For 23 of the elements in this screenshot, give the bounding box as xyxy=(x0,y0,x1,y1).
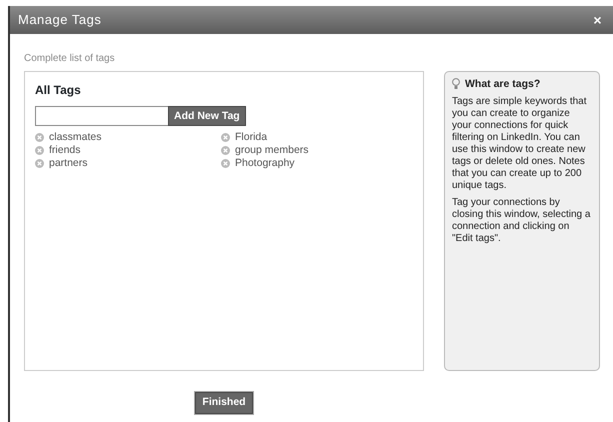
panel-heading: All Tags xyxy=(35,83,82,98)
help-title: What are tags? xyxy=(465,78,540,91)
remove-icon[interactable] xyxy=(221,146,230,156)
window-title: Manage Tags xyxy=(18,11,102,30)
add-tag-button[interactable]: Add New Tag xyxy=(168,106,246,126)
remove-icon[interactable] xyxy=(35,133,44,142)
lightbulb-icon xyxy=(452,78,460,90)
remove-icon[interactable] xyxy=(35,146,44,156)
tag-label: Photography xyxy=(235,156,295,172)
tag-label: partners xyxy=(49,156,88,172)
finished-button[interactable]: Finished xyxy=(195,392,253,414)
tag-label: classmates xyxy=(49,130,102,145)
help-text: Tag your connections by closing this window, selecting a connection and clicking on "Edit tags". xyxy=(452,196,592,245)
tag-label: friends xyxy=(49,143,81,158)
remove-icon[interactable] xyxy=(221,159,230,168)
subtitle: Complete list of tags xyxy=(24,52,116,66)
remove-icon[interactable] xyxy=(35,159,44,168)
remove-icon[interactable] xyxy=(221,133,230,142)
tag-label: group members xyxy=(235,143,309,158)
help-text: Tags are simple keywords that you can create to organize your connections for quick filtering on LinkedIn. You can use this window to create new tags or delete old ones. Notes that you can create up to 200 unique tags. xyxy=(452,96,588,192)
close-button[interactable]: × xyxy=(593,10,602,30)
tag-input[interactable] xyxy=(35,106,168,126)
tag-label: Florida xyxy=(235,130,268,145)
